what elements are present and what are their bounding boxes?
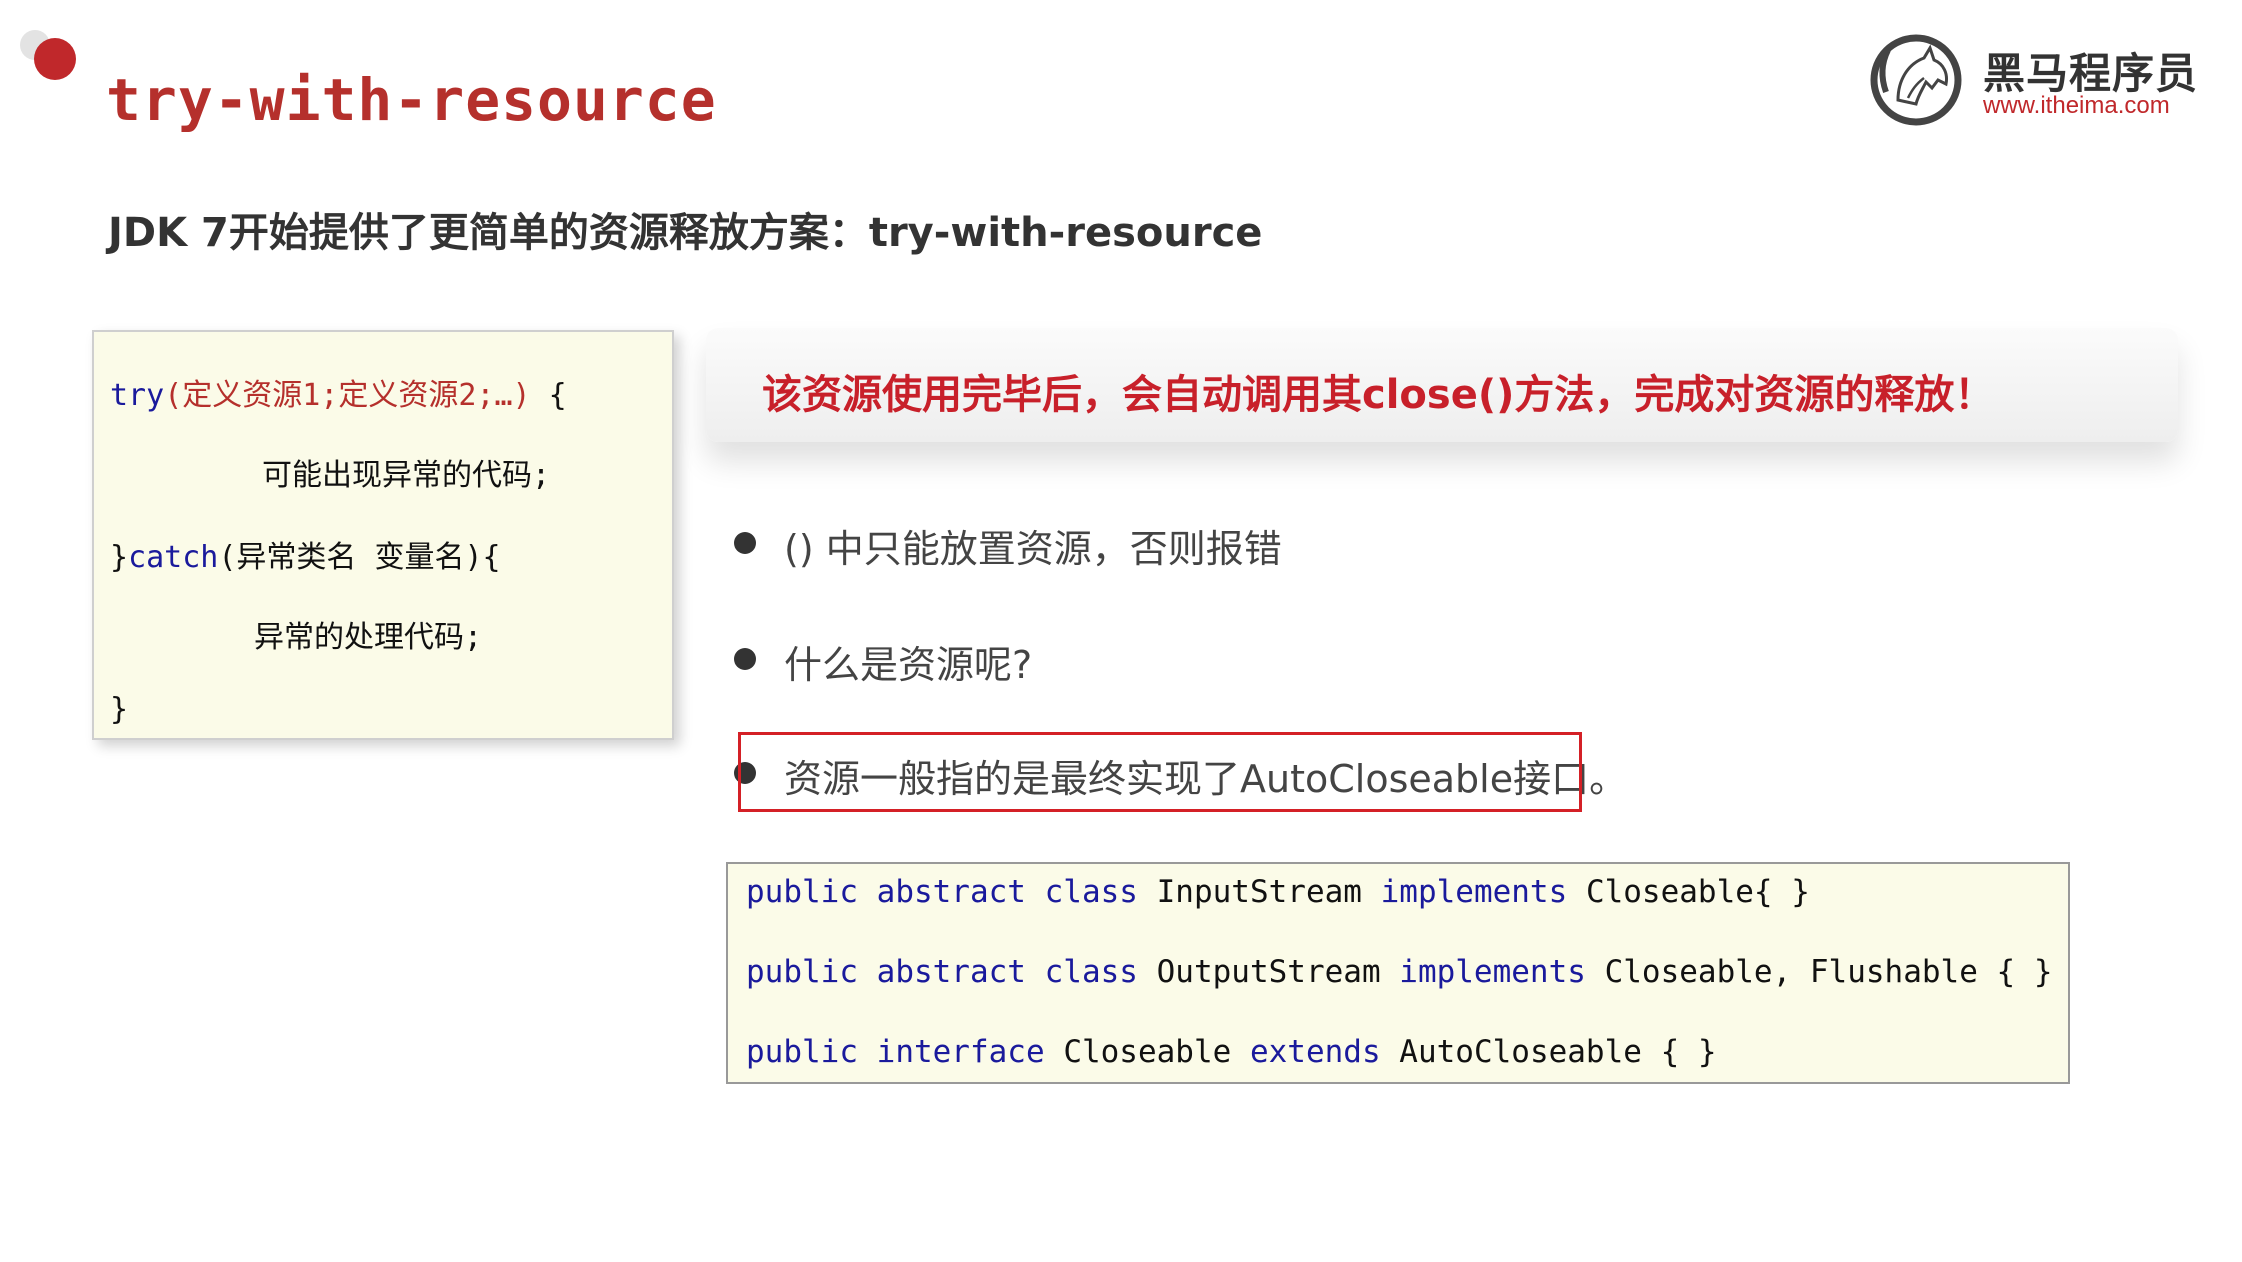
syntax-line-body: 可能出现异常的代码;	[262, 458, 551, 493]
syntax-line-try: try(定义资源1;定义资源2;…) {	[110, 370, 567, 414]
bullet-dot	[734, 648, 756, 670]
code-line-inputstream: public abstract class InputStream implem…	[746, 874, 1810, 910]
slide-title: try-with-resource	[106, 66, 717, 134]
kw-class: class	[1044, 874, 1138, 910]
syntax-line-end: }	[110, 692, 129, 727]
code-rest: Closeable{ }	[1585, 874, 1810, 910]
bullet-text-2: 什么是资源呢?	[784, 643, 1033, 687]
kw-public: public	[746, 954, 858, 990]
try-resources: (定义资源1;定义资源2;…)	[164, 378, 531, 413]
red-highlight-frame	[738, 732, 1582, 812]
java-code-box: public abstract class InputStream implem…	[726, 862, 2070, 1084]
interface-name: Closeable	[1063, 1034, 1232, 1070]
kw-class: class	[1044, 954, 1138, 990]
decor-dot-red	[34, 38, 76, 80]
bullet-dot	[734, 532, 756, 554]
kw-implements: implements	[1399, 954, 1586, 990]
horse-logo-icon	[1870, 34, 1962, 126]
syntax-code-box: try(定义资源1;定义资源2;…) { 可能出现异常的代码; }catch(异…	[92, 330, 674, 740]
try-open-brace: {	[530, 378, 567, 413]
class-name: InputStream	[1156, 874, 1362, 910]
kw-public: public	[746, 1034, 858, 1070]
kw-public: public	[746, 874, 858, 910]
kw-abstract: abstract	[876, 874, 1026, 910]
kw-implements: implements	[1380, 874, 1568, 910]
bullet-text-1: () 中只能放置资源，否则报错	[784, 527, 1282, 571]
try-keyword: try	[110, 378, 165, 413]
catch-keyword: catch	[128, 540, 219, 575]
syntax-line-catch: }catch(异常类名 变量名){	[110, 532, 501, 576]
class-name: OutputStream	[1156, 954, 1381, 990]
kw-extends: extends	[1249, 1034, 1381, 1070]
kw-abstract: abstract	[876, 954, 1026, 990]
code-rest: AutoCloseable { }	[1399, 1034, 1717, 1070]
code-line-outputstream: public abstract class OutputStream imple…	[746, 954, 2053, 990]
code-rest: Closeable, Flushable { }	[1604, 954, 2053, 990]
slide-subtitle: JDK 7开始提供了更简单的资源释放方案：try-with-resource	[108, 210, 1263, 256]
syntax-line-handler: 异常的处理代码;	[254, 620, 483, 655]
logo-url: www.itheima.com	[1983, 92, 2170, 119]
code-line-closeable: public interface Closeable extends AutoC…	[746, 1034, 1717, 1070]
catch-params: (异常类名 变量名){	[218, 540, 501, 575]
banner-text: 该资源使用完毕后，会自动调用其close()方法，完成对资源的释放！	[762, 372, 1995, 418]
close-brace: }	[110, 540, 129, 575]
kw-interface: interface	[876, 1034, 1045, 1070]
